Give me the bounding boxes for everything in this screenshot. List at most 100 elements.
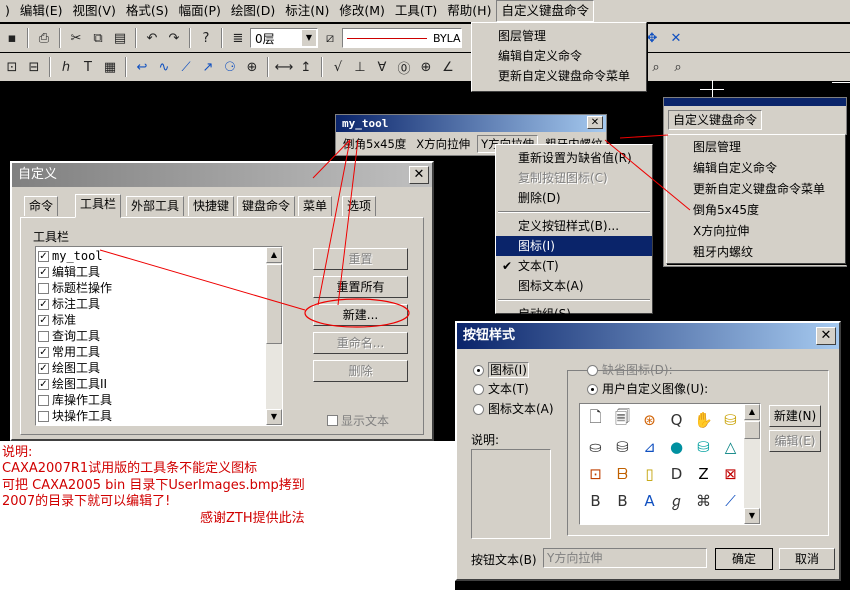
tool-icon[interactable]: ✕: [666, 28, 686, 48]
z-shape-icon[interactable]: Z: [690, 460, 717, 487]
menu-item-tools[interactable]: 工具(T): [390, 1, 442, 21]
datum-icon[interactable]: ⊥: [350, 57, 370, 77]
zoom-previous-icon[interactable]: ⌕: [668, 57, 688, 77]
print-icon[interactable]: ⎙: [34, 28, 54, 48]
text-icon[interactable]: T: [78, 57, 98, 77]
frame-icon[interactable]: ⊡: [2, 57, 22, 77]
shape-icon[interactable]: ⊿: [636, 433, 663, 460]
menu-item-draw[interactable]: 绘图(D): [226, 1, 280, 21]
circles-icon[interactable]: ⚆: [220, 57, 240, 77]
a-shape-icon[interactable]: A: [636, 487, 663, 514]
weld-icon[interactable]: ∀: [372, 57, 392, 77]
customize-titlebar[interactable]: 自定义 ✕: [12, 163, 432, 187]
cut-icon[interactable]: ✂: [66, 28, 86, 48]
toolbar-list[interactable]: ✓ my_tool ✓ 编辑工具 标题栏操作 ✓ 标注工具 ✓ 标准 查询工具 ✓ 常用工具 ✓ 绘图工具…: [35, 246, 283, 426]
cylinder-icon[interactable]: ⛁: [717, 406, 744, 433]
cylinder2-icon[interactable]: ⛀: [582, 433, 609, 460]
toolbar-list-item[interactable]: 库操作工具: [36, 392, 268, 408]
scroll-down-icon[interactable]: ▼: [266, 409, 282, 425]
ctx-icon-text[interactable]: 图标文本(A): [496, 276, 652, 296]
menu-item-dimension[interactable]: 标注(N): [280, 1, 334, 21]
zoom-window-icon[interactable]: ⌕: [646, 57, 666, 77]
ctx-delete[interactable]: 删除(D): [496, 188, 652, 208]
paste-icon[interactable]: ▤: [110, 28, 130, 48]
menu-item-file-partial[interactable]: ): [0, 1, 15, 21]
cancel-button[interactable]: 取消: [779, 548, 835, 570]
tab-external-tools[interactable]: 外部工具: [126, 196, 185, 216]
dimension-icon[interactable]: ⟷: [274, 57, 294, 77]
close-icon[interactable]: ✕: [816, 327, 836, 345]
scroll-up-icon[interactable]: ▲: [266, 247, 282, 263]
menu-item-view[interactable]: 视图(V): [68, 1, 121, 21]
menu-item-help[interactable]: 帮助(H): [442, 1, 496, 21]
menu-layer-manage[interactable]: 图层管理: [667, 137, 845, 158]
menu-edit-custom-command[interactable]: 编辑自定义命令: [472, 46, 646, 66]
redo-icon[interactable]: ↷: [164, 28, 184, 48]
checkbox[interactable]: [38, 410, 49, 422]
tab-toolbars[interactable]: 工具栏: [75, 194, 122, 218]
show-text-checkbox[interactable]: 显示文本: [327, 412, 389, 429]
ctx-icon[interactable]: 图标(I): [496, 236, 652, 256]
linetype-select[interactable]: BYLA: [342, 28, 462, 48]
cylinder3-icon[interactable]: ⛁: [609, 433, 636, 460]
spline-icon[interactable]: ⟋: [176, 57, 196, 77]
balloon-icon[interactable]: ⓪: [394, 57, 414, 77]
cross-box-icon[interactable]: ⊠: [717, 460, 744, 487]
menu-update-custom-menu[interactable]: 更新自定义键盘命令菜单: [667, 179, 845, 200]
roughness-icon[interactable]: √: [328, 57, 348, 77]
linetype-icon[interactable]: ⧄: [320, 28, 340, 48]
arrow-icon[interactable]: ↗: [198, 57, 218, 77]
menu-layer-manage[interactable]: 图层管理: [472, 26, 646, 46]
button-style-titlebar[interactable]: 按钮样式 ✕: [457, 323, 839, 349]
checkbox[interactable]: [38, 282, 49, 294]
menu-chamfer[interactable]: 倒角5x45度: [667, 200, 845, 221]
scroll-thumb[interactable]: [266, 264, 282, 344]
close-icon[interactable]: ✕: [587, 116, 603, 129]
layer-select[interactable]: 0层 ▼: [250, 28, 318, 48]
hand-icon[interactable]: ✋: [690, 406, 717, 433]
layer-icon[interactable]: ≣: [228, 28, 248, 48]
d-shape-icon[interactable]: D: [663, 460, 690, 487]
bracket-icon[interactable]: ᗷ: [609, 460, 636, 487]
ok-button[interactable]: 确定: [714, 547, 774, 571]
tab-keyboard-commands[interactable]: 键盘命令: [237, 196, 296, 216]
save-icon[interactable]: ▪: [2, 28, 22, 48]
scroll-up-icon[interactable]: ▲: [744, 404, 760, 420]
coordinate-dim-icon[interactable]: ↥: [296, 57, 316, 77]
cylinder4-icon[interactable]: ⛁: [690, 433, 717, 460]
checkbox[interactable]: ✓: [38, 250, 49, 262]
ctx-reset-default[interactable]: 重新设置为缺省值(R): [496, 148, 652, 168]
menu-x-stretch[interactable]: X方向拉伸: [667, 221, 845, 242]
user-image-option[interactable]: 用户自定义图像(U):: [587, 380, 709, 397]
text-style-icon[interactable]: ℎ: [56, 57, 76, 77]
radio-icon-option[interactable]: 图标(I): [473, 361, 529, 378]
command-icon[interactable]: ⌘: [690, 487, 717, 514]
toolbar-list-item[interactable]: 查询工具: [36, 328, 268, 344]
list-scrollbar[interactable]: ▲ ▼: [266, 247, 282, 425]
sphere-icon[interactable]: ●: [663, 433, 690, 460]
menu-edit-custom-command[interactable]: 编辑自定义命令: [667, 158, 845, 179]
menu-item-format[interactable]: 格式(S): [121, 1, 174, 21]
toolbar-list-item[interactable]: ✓ 绘图工具: [36, 360, 268, 376]
hook-icon[interactable]: ℊ: [663, 487, 690, 514]
leader-icon[interactable]: ∠: [438, 57, 458, 77]
tab-shortcuts[interactable]: 快捷键: [188, 196, 235, 216]
toolbar-list-item[interactable]: 标题栏操作: [36, 280, 268, 296]
zoom-plus-icon[interactable]: Q: [663, 406, 690, 433]
undo-icon[interactable]: ↶: [142, 28, 162, 48]
box-icon[interactable]: ⊡: [582, 460, 609, 487]
open-file-icon[interactable]: 🗋: [582, 406, 609, 433]
radio-text-option[interactable]: 文本(T): [473, 380, 529, 397]
hatch-icon[interactable]: ▦: [100, 57, 120, 77]
ctx-define-style[interactable]: 定义按钮样式(B)...: [496, 216, 652, 236]
chevron-down-icon[interactable]: ▼: [302, 30, 316, 46]
toolbar-list-item[interactable]: ✓ 常用工具: [36, 344, 268, 360]
scroll-down-icon[interactable]: ▼: [744, 508, 760, 524]
cone-icon[interactable]: △: [717, 433, 744, 460]
menu-item-edit[interactable]: 编辑(E): [15, 1, 68, 21]
b-shape2-icon[interactable]: B: [609, 487, 636, 514]
checkbox[interactable]: ✓: [38, 266, 49, 278]
icon-grid[interactable]: 🗋 🗐 ⊛ Q ✋ ⛁ ⛀ ⛁ ⊿ ● ⛁ △ ⊡ ᗷ ▯ D Z ⊠ B B Aℊ ⌘ ⟋ ▲ ▼: [579, 403, 761, 525]
close-icon[interactable]: ✕: [409, 166, 429, 184]
checkbox[interactable]: ✓: [38, 298, 49, 310]
